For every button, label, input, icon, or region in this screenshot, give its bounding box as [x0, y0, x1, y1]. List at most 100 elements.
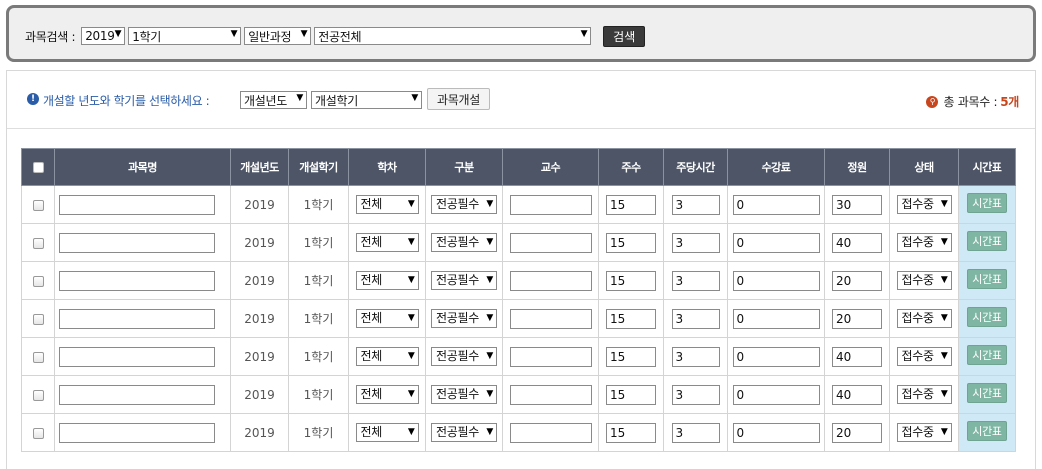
- timetable-button[interactable]: 시간표: [967, 230, 1007, 251]
- timetable-cell: 시간표: [958, 223, 1016, 262]
- search-year-select[interactable]: 2019 ▼: [81, 27, 126, 45]
- term-select[interactable]: 전체 ▼: [355, 385, 419, 404]
- professor-input[interactable]: [509, 270, 592, 291]
- category-select[interactable]: 전공필수 ▼: [431, 271, 497, 290]
- capacity-input[interactable]: 30: [832, 194, 882, 215]
- course-name-input[interactable]: [59, 232, 215, 253]
- search-course-type-select[interactable]: 일반과정 ▼: [244, 27, 312, 45]
- course-name-input[interactable]: [59, 346, 215, 367]
- category-select[interactable]: 전공필수 ▼: [431, 195, 497, 214]
- timetable-button[interactable]: 시간표: [967, 382, 1007, 403]
- weekly-hours-input[interactable]: 3: [671, 194, 720, 215]
- weeks-input[interactable]: 15: [606, 346, 656, 367]
- status-select[interactable]: 접수중 ▼: [896, 423, 952, 442]
- weekly-hours-input[interactable]: 3: [671, 232, 720, 253]
- term-select[interactable]: 전체 ▼: [355, 195, 419, 214]
- fee-input[interactable]: 0: [732, 232, 820, 253]
- weekly-hours-input[interactable]: 3: [671, 308, 720, 329]
- row-checkbox[interactable]: [32, 389, 44, 401]
- category-select[interactable]: 전공필수 ▼: [431, 309, 497, 328]
- professor-input[interactable]: [509, 422, 592, 443]
- term-select[interactable]: 전체 ▼: [355, 271, 419, 290]
- weekly-hours-input[interactable]: 3: [671, 270, 720, 291]
- row-checkbox[interactable]: [32, 313, 44, 325]
- timetable-button[interactable]: 시간표: [967, 192, 1007, 213]
- weeks-input[interactable]: 15: [606, 422, 656, 443]
- professor-input[interactable]: [509, 308, 592, 329]
- row-checkbox[interactable]: [32, 237, 44, 249]
- capacity-input[interactable]: 40: [832, 232, 882, 253]
- status-select[interactable]: 접수중 ▼: [896, 347, 952, 366]
- status-select[interactable]: 접수중 ▼: [896, 271, 952, 290]
- weekly-hours-input[interactable]: 3: [671, 346, 720, 367]
- category-select[interactable]: 전공필수 ▼: [431, 233, 497, 252]
- row-checkbox[interactable]: [32, 351, 44, 363]
- row-checkbox[interactable]: [32, 275, 44, 287]
- professor-input[interactable]: [509, 346, 592, 367]
- weekly-hours-input[interactable]: 3: [671, 422, 720, 443]
- timetable-button[interactable]: 시간표: [967, 306, 1007, 327]
- capacity-input[interactable]: 20: [832, 308, 882, 329]
- timetable-button[interactable]: 시간표: [967, 268, 1007, 289]
- row-checkbox[interactable]: [32, 199, 44, 211]
- course-name-input[interactable]: [59, 194, 215, 215]
- course-name-cell: [54, 261, 231, 300]
- category-select[interactable]: 전공필수 ▼: [431, 385, 497, 404]
- timetable-button[interactable]: 시간표: [967, 420, 1007, 441]
- professor-cell: [502, 223, 599, 262]
- professor-input[interactable]: [509, 194, 592, 215]
- open-year-cell: 2019: [230, 413, 289, 452]
- category-value: 전공필수: [436, 387, 479, 401]
- capacity-input[interactable]: 20: [832, 422, 882, 443]
- weeks-input[interactable]: 15: [606, 308, 656, 329]
- fee-input[interactable]: 0: [732, 384, 820, 405]
- open-semester-select[interactable]: 개설학기 ▼: [311, 91, 422, 109]
- fee-input[interactable]: 0: [732, 194, 820, 215]
- status-cell: 접수중 ▼: [889, 299, 959, 338]
- course-name-input[interactable]: [59, 270, 215, 291]
- search-button[interactable]: 검색: [603, 25, 646, 47]
- fee-input[interactable]: 0: [732, 270, 820, 291]
- status-select[interactable]: 접수중 ▼: [896, 385, 952, 404]
- course-name-cell: [54, 337, 231, 376]
- row-checkbox[interactable]: [32, 427, 44, 439]
- search-major-select[interactable]: 전공전체 ▼: [314, 27, 592, 45]
- capacity-input[interactable]: 40: [832, 346, 882, 367]
- weeks-input[interactable]: 15: [606, 194, 656, 215]
- course-name-input[interactable]: [59, 384, 215, 405]
- fee-input[interactable]: 0: [732, 308, 820, 329]
- status-select[interactable]: 접수중 ▼: [896, 195, 952, 214]
- capacity-input[interactable]: 40: [832, 384, 882, 405]
- course-name-input[interactable]: [59, 422, 215, 443]
- weekly-hours-input[interactable]: 3: [671, 384, 720, 405]
- search-row: 과목검색 : 2019 ▼ 1학기 ▼ 일반과정 ▼ 전공전체 ▼ 검색: [25, 25, 646, 47]
- weeks-cell: 15: [598, 413, 664, 452]
- timetable-cell: 시간표: [958, 299, 1016, 338]
- category-select[interactable]: 전공필수 ▼: [431, 347, 497, 366]
- fee-input[interactable]: 0: [732, 422, 820, 443]
- status-value: 접수중: [901, 273, 935, 287]
- professor-input[interactable]: [509, 384, 592, 405]
- header-timetable: 시간표: [958, 148, 1016, 186]
- professor-input[interactable]: [509, 232, 592, 253]
- status-select[interactable]: 접수중 ▼: [896, 309, 952, 328]
- timetable-button[interactable]: 시간표: [967, 344, 1007, 365]
- chevron-down-icon: ▼: [486, 313, 493, 323]
- select-all-checkbox[interactable]: [32, 162, 44, 173]
- course-name-input[interactable]: [59, 308, 215, 329]
- weeks-input[interactable]: 15: [606, 270, 656, 291]
- capacity-input[interactable]: 20: [832, 270, 882, 291]
- weeks-input[interactable]: 15: [606, 384, 656, 405]
- term-select[interactable]: 전체 ▼: [355, 423, 419, 442]
- category-select[interactable]: 전공필수 ▼: [431, 423, 497, 442]
- term-select[interactable]: 전체 ▼: [355, 309, 419, 328]
- term-value: 전체: [360, 425, 383, 439]
- open-course-button[interactable]: 과목개설: [427, 88, 490, 110]
- fee-input[interactable]: 0: [732, 346, 820, 367]
- status-select[interactable]: 접수중 ▼: [896, 233, 952, 252]
- term-select[interactable]: 전체 ▼: [355, 233, 419, 252]
- search-semester-select[interactable]: 1학기 ▼: [128, 27, 242, 45]
- open-year-select[interactable]: 개설년도 ▼: [240, 91, 307, 109]
- term-select[interactable]: 전체 ▼: [355, 347, 419, 366]
- weeks-input[interactable]: 15: [606, 232, 656, 253]
